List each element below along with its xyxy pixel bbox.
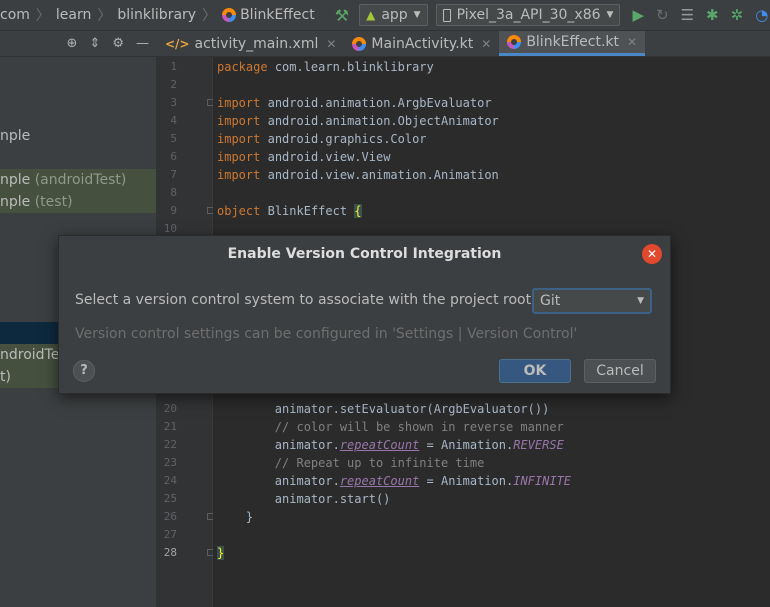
code-line: animator.start() [274, 492, 391, 506]
line-number: 28 [163, 546, 177, 559]
code-line: import android.view.View [217, 150, 391, 164]
close-icon[interactable]: ✕ [627, 35, 637, 49]
kotlin-object-icon [222, 8, 237, 22]
code-line: import android.animation.ObjectAnimator [217, 114, 499, 128]
profiler-icon[interactable]: ◔ [755, 6, 768, 24]
vcs-select-value: Git [540, 293, 561, 309]
debug-icon[interactable]: ✱ [706, 6, 719, 24]
tree-item-label: nple [0, 172, 31, 188]
breadcrumb-item-learn[interactable]: learn [56, 7, 91, 23]
code-line: } [245, 510, 254, 524]
vcs-prompt-label: Select a version control system to assoc… [75, 292, 536, 308]
breadcrumb-separator: 〉 [35, 8, 50, 24]
line-number: 5 [170, 132, 177, 145]
kotlin-file-icon [352, 36, 367, 51]
close-icon[interactable]: ✕ [642, 244, 662, 264]
breadcrumb-item-com[interactable]: com [0, 7, 30, 23]
breadcrumb-item-blinklibrary[interactable]: blinklibrary [117, 7, 196, 23]
navigation-toolbar: com 〉 learn 〉 blinklibrary 〉 BlinkEffect… [0, 0, 770, 31]
tree-item-android-test[interactable]: nple (androidTest) [0, 169, 156, 191]
code-line: animator.setEvaluator(ArgbEvaluator()) [274, 402, 550, 416]
tab-label: activity_main.xml [194, 35, 319, 52]
rerun-icon[interactable]: ↻ [656, 6, 669, 24]
device-select[interactable]: Pixel_3a_API_30_x86 ▼ [435, 4, 621, 26]
line-number: 26 [163, 510, 177, 523]
code-line: package com.learn.blinklibrary [217, 60, 434, 74]
code-line: // color will be shown in reverse manner [274, 420, 564, 434]
breadcrumb-file-label: BlinkEffect [240, 7, 315, 23]
line-number: 21 [163, 420, 177, 433]
tree-item-label: ndroidTes [0, 347, 67, 363]
tree-item[interactable]: nple [0, 125, 30, 147]
line-number: 23 [163, 456, 177, 469]
minimize-icon[interactable]: — [136, 36, 149, 51]
breadcrumb-item-blinkeffect[interactable]: BlinkEffect [222, 7, 315, 23]
code-line: import android.animation.ArgbEvaluator [217, 96, 492, 110]
tab-activity-main-xml[interactable]: </> activity_main.xml ✕ [157, 31, 344, 56]
breadcrumb-separator: 〉 [97, 8, 112, 24]
run-config-label: app [381, 7, 408, 23]
tree-item-suffix: (androidTest) [34, 172, 127, 188]
tree-item-suffix: (test) [34, 194, 73, 210]
sync-icon[interactable]: ☰ [681, 6, 694, 24]
tree-item-test[interactable]: nple (test) [0, 191, 156, 213]
code-line: import android.graphics.Color [217, 132, 427, 146]
code-line: // Repeat up to infinite time [274, 456, 485, 470]
tab-blink-effect-kt[interactable]: BlinkEffect.kt ✕ [499, 31, 646, 56]
line-number: 1 [170, 60, 177, 73]
code-line: animator.repeatCount = Animation.INFINIT… [274, 474, 572, 488]
line-number: 8 [170, 186, 177, 199]
line-number: 7 [170, 168, 177, 181]
dialog-title: Enable Version Control Integration [59, 236, 670, 272]
device-icon [442, 8, 451, 22]
vcs-settings-hint: Version control settings can be configur… [75, 326, 578, 342]
line-number: 2 [170, 78, 177, 91]
line-number: 3 [170, 96, 177, 109]
close-icon[interactable]: ✕ [326, 37, 336, 51]
device-label: Pixel_3a_API_30_x86 [456, 7, 601, 23]
crosshair-icon[interactable]: ⊕ [67, 36, 78, 51]
tree-item-label: t) [0, 369, 11, 385]
close-icon[interactable]: ✕ [481, 37, 491, 51]
tab-label: MainActivity.kt [371, 35, 474, 52]
enable-vcs-dialog: Enable Version Control Integration ✕ Sel… [58, 235, 671, 394]
xml-file-icon: </> [165, 36, 190, 51]
run-config-select[interactable]: ▲ app ▼ [359, 4, 428, 26]
tree-item-label: nple [0, 194, 31, 210]
collapse-icon[interactable]: ⇕ [89, 36, 100, 51]
editor-tabs: </> activity_main.xml ✕ MainActivity.kt … [157, 31, 770, 57]
help-button[interactable]: ? [73, 360, 95, 382]
chevron-down-icon: ▼ [413, 10, 421, 20]
ok-button[interactable]: OK [499, 359, 571, 383]
android-icon: ▲ [366, 8, 376, 22]
chevron-down-icon: ▼ [606, 10, 614, 20]
run-icon[interactable]: ▶ [632, 6, 644, 24]
cancel-button[interactable]: Cancel [584, 359, 656, 383]
code-line: import android.view.animation.Animation [217, 168, 499, 182]
line-number: 20 [163, 402, 177, 415]
line-number: 24 [163, 474, 177, 487]
attach-debugger-icon[interactable]: ✲ [731, 6, 744, 24]
gear-icon[interactable]: ⚙ [112, 36, 124, 51]
tree-item-label: nple [0, 128, 31, 144]
line-number: 22 [163, 438, 177, 451]
tab-label: BlinkEffect.kt [526, 34, 620, 50]
line-number: 4 [170, 114, 177, 127]
line-number: 9 [170, 204, 177, 217]
breadcrumb-separator: 〉 [202, 8, 217, 24]
kotlin-file-icon [507, 35, 522, 49]
line-number: 6 [170, 150, 177, 163]
hammer-icon[interactable]: ⚒ [335, 6, 349, 25]
code-line: object BlinkEffect { [217, 204, 362, 218]
code-line: animator.repeatCount = Animation.REVERSE [274, 438, 564, 452]
line-number: 27 [163, 528, 177, 541]
chevron-down-icon: ▼ [637, 296, 644, 306]
project-panel-toolbar: ⊕ ⇕ ⚙ — [0, 31, 157, 57]
vcs-select[interactable]: Git ▼ [532, 288, 652, 314]
tab-main-activity-kt[interactable]: MainActivity.kt ✕ [344, 31, 499, 56]
line-number: 25 [163, 492, 177, 505]
code-line: } [217, 546, 225, 560]
